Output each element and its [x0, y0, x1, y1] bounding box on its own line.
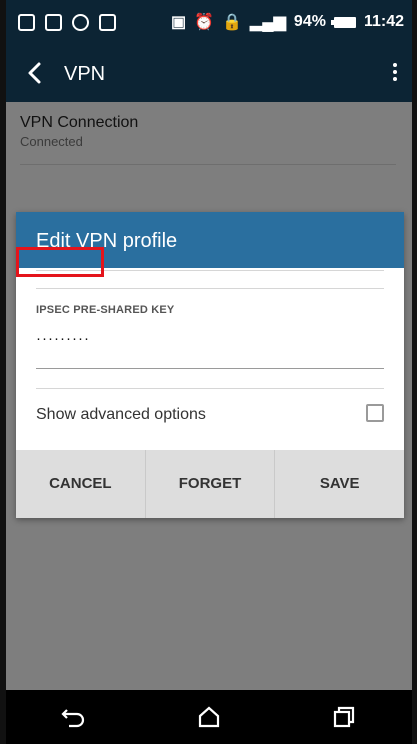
vpn-list-item[interactable]: VPN Connection Connected — [20, 114, 396, 149]
dialog-body: IPSEC PRE-SHARED KEY ········· Show adva… — [16, 268, 404, 462]
battery-percent: 94% — [293, 13, 326, 30]
ipsec-key-input[interactable]: ········· — [36, 330, 90, 347]
clock: 11:42 — [363, 13, 404, 30]
app-icon — [99, 14, 116, 31]
status-indicators: ▣ ⏰ 🔒 ▂▄▆ 94% 11:42 — [171, 12, 404, 32]
home-nav-icon[interactable] — [189, 697, 229, 737]
back-nav-icon[interactable] — [54, 697, 94, 737]
notification-icons — [18, 14, 116, 31]
divider — [20, 164, 396, 165]
save-button[interactable]: SAVE — [274, 450, 404, 518]
page-title: VPN — [64, 63, 106, 85]
show-advanced-checkbox[interactable] — [366, 404, 384, 422]
alarm-icon: ⏰ — [194, 14, 215, 31]
signal-icon: ▂▄▆ — [249, 14, 286, 31]
vpn-name: VPN Connection — [20, 114, 139, 131]
status-bar: ▣ ⏰ 🔒 ▂▄▆ 94% 11:42 — [6, 0, 412, 46]
lock-icon: 🔒 — [222, 14, 242, 31]
dialog-buttons: CANCEL FORGET SAVE — [16, 450, 404, 518]
divider — [36, 388, 384, 389]
cancel-button[interactable]: CANCEL — [16, 450, 145, 518]
notification-icon — [18, 14, 35, 31]
show-advanced-label: Show advanced options — [36, 406, 206, 423]
phone-screen: ▣ ⏰ 🔒 ▂▄▆ 94% 11:42 VPN VPN Connection C… — [6, 0, 412, 744]
battery-icon — [330, 16, 356, 28]
ipsec-key-label: IPSEC PRE-SHARED KEY — [36, 304, 175, 316]
notification-icon — [45, 14, 62, 31]
divider — [36, 288, 384, 289]
back-arrow-icon[interactable] — [20, 58, 50, 88]
navigation-bar — [6, 690, 412, 744]
overflow-menu-icon[interactable] — [390, 60, 400, 90]
highlight-box — [16, 247, 104, 277]
input-underline — [36, 368, 384, 369]
forget-button[interactable]: FORGET — [144, 450, 275, 518]
chat-icon — [72, 14, 89, 31]
vpn-status: Connected — [20, 134, 83, 149]
nfc-icon: ▣ — [171, 14, 187, 31]
recents-nav-icon[interactable] — [324, 697, 364, 737]
app-bar: VPN — [6, 46, 412, 102]
